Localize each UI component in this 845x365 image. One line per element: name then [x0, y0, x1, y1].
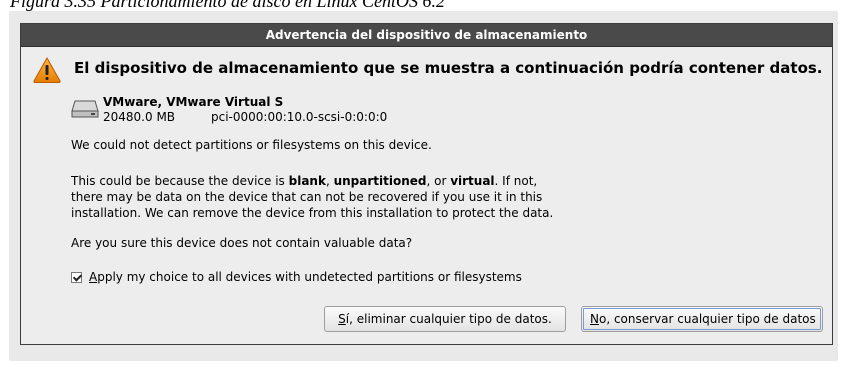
dialog-title: Advertencia del dispositivo de almacenam…: [21, 24, 832, 47]
confirmation-question: Are you sure this device does not contai…: [71, 236, 413, 250]
unpartitioned-term: unpartitioned: [333, 174, 427, 188]
no-keep-data-button[interactable]: No, conservar cualquier tipo de datos: [581, 306, 823, 332]
storage-warning-dialog: Advertencia del dispositivo de almacenam…: [20, 23, 833, 345]
device-name: VMware, VMware Virtual S: [103, 95, 284, 109]
apply-to-all-label[interactable]: Apply my choice to all devices with unde…: [89, 270, 522, 284]
device-path: pci-0000:00:10.0-scsi-0:0:0:0: [211, 110, 388, 124]
device-size: 20480.0 MB: [103, 110, 176, 124]
warning-headline: El dispositivo de almacenamiento que se …: [74, 59, 823, 77]
apply-to-all-option[interactable]: Apply my choice to all devices with unde…: [71, 270, 522, 284]
blank-term: blank: [288, 174, 326, 188]
explanation-paragraph: This could be because the device is blan…: [71, 174, 554, 220]
no-partitions-text: We could not detect partitions or filesy…: [71, 138, 432, 152]
hard-drive-icon: [71, 99, 99, 123]
warning-triangle-icon: [32, 56, 62, 88]
virtual-term: virtual: [450, 174, 495, 188]
yes-discard-data-button[interactable]: Sí, eliminar cualquier tipo de datos.: [324, 306, 566, 332]
apply-to-all-checkbox[interactable]: [71, 271, 82, 283]
